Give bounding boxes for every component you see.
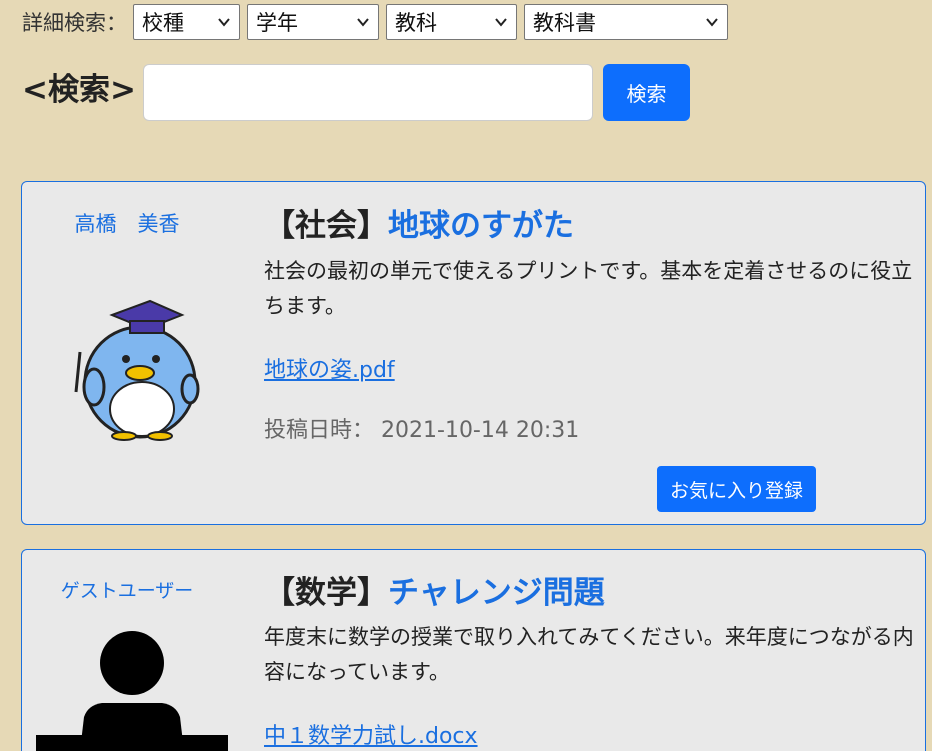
school-type-select-value: 校種	[142, 11, 184, 35]
posted-value: 2021-10-14 20:31	[381, 418, 580, 443]
school-type-select[interactable]: 校種	[133, 4, 240, 40]
post-subject: 【社会】	[264, 208, 388, 244]
post-card: 高橋 美香 【社会】地球のすがた 社会の最初の単元で使えるプリントです。基本を定…	[21, 181, 926, 525]
chevron-down-icon	[706, 18, 718, 27]
post-card: ゲストユーザー 【数学】チャレンジ問題 年度末に数学の授業で取り入れてみてくださ…	[21, 549, 926, 751]
search-row: <検索>	[22, 64, 142, 109]
subject-select[interactable]: 教科	[386, 4, 517, 40]
chevron-down-icon	[357, 18, 369, 27]
attachment-link[interactable]: 地球の姿.pdf	[264, 352, 395, 384]
grade-select[interactable]: 学年	[247, 4, 379, 40]
search-heading: <検索>	[22, 72, 136, 108]
textbook-select-value: 教科書	[533, 11, 596, 35]
search-button[interactable]: 検索	[603, 64, 690, 121]
search-input[interactable]	[143, 64, 593, 121]
detail-search-label: 詳細検索：	[22, 11, 127, 35]
post-title: 【社会】地球のすがた	[264, 200, 574, 245]
post-title-link[interactable]: チャレンジ問題	[388, 575, 605, 611]
textbook-select[interactable]: 教科書	[524, 4, 728, 40]
post-title-link[interactable]: 地球のすがた	[388, 208, 574, 244]
detail-search-row: 詳細検索： 校種 学年 教科 教科書	[22, 4, 735, 40]
user-silhouette-icon	[36, 631, 228, 751]
author-name-link[interactable]: ゲストユーザー	[22, 576, 232, 603]
chevron-down-icon	[218, 18, 230, 27]
posted-label: 投稿日時：	[264, 418, 375, 443]
penguin-avatar-icon	[74, 299, 200, 441]
post-description: 社会の最初の単元で使えるプリントです。基本を定着させるのに役立ちます。	[264, 259, 913, 318]
attachment-link[interactable]: 中１数学力試し.docx	[264, 718, 478, 750]
chevron-down-icon	[495, 18, 507, 27]
subject-select-value: 教科	[395, 11, 437, 35]
add-favorite-button[interactable]: お気に入り登録	[657, 466, 816, 512]
post-subject: 【数学】	[264, 575, 388, 611]
posted-datetime: 投稿日時： 2021-10-14 20:31	[264, 412, 579, 444]
author-name-link[interactable]: 高橋 美香	[22, 208, 232, 238]
grade-select-value: 学年	[256, 11, 298, 35]
post-title: 【数学】チャレンジ問題	[264, 567, 605, 612]
post-description: 年度末に数学の授業で取り入れてみてください。来年度につながる内容になっています。	[264, 625, 914, 684]
